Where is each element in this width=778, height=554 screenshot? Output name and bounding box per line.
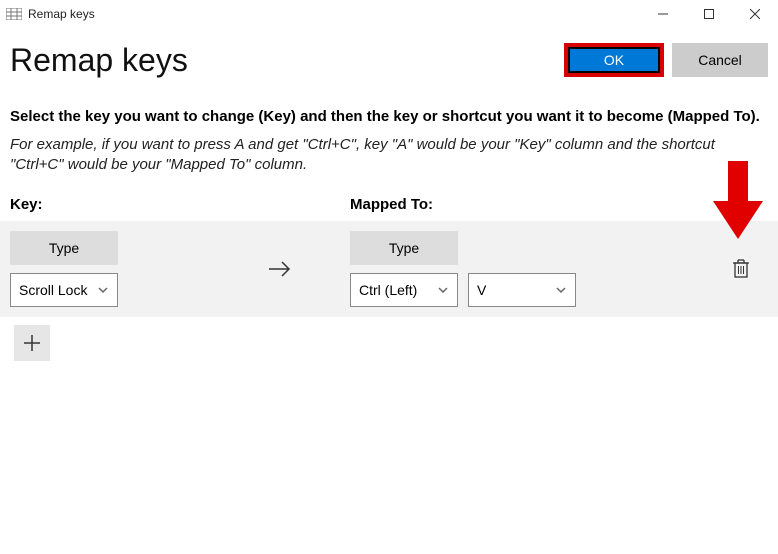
window-title: Remap keys <box>28 7 95 21</box>
mapped-dropdown-1[interactable]: Ctrl (Left) <box>350 273 458 307</box>
titlebar: Remap keys <box>0 0 778 28</box>
header-row: Remap keys OK Cancel <box>0 28 778 84</box>
instruction-example: For example, if you want to press A and … <box>10 135 768 174</box>
add-row <box>0 317 778 361</box>
delete-column <box>732 259 778 279</box>
content: Select the key you want to change (Key) … <box>0 84 778 213</box>
close-button[interactable] <box>732 0 778 28</box>
mapped-dropdown-1-value: Ctrl (Left) <box>359 282 417 298</box>
mapped-column-header: Mapped To: <box>350 196 433 213</box>
app-icon <box>6 7 22 21</box>
key-side: Type Scroll Lock <box>10 231 210 307</box>
key-dropdown[interactable]: Scroll Lock <box>10 273 118 307</box>
minimize-button[interactable] <box>640 0 686 28</box>
header-buttons: OK Cancel <box>564 43 768 77</box>
window-controls <box>640 0 778 28</box>
chevron-down-icon <box>437 284 449 296</box>
add-mapping-button[interactable] <box>14 325 50 361</box>
chevron-down-icon <box>97 284 109 296</box>
plus-icon <box>23 334 41 352</box>
page-title: Remap keys <box>10 42 188 79</box>
instruction-primary: Select the key you want to change (Key) … <box>10 108 768 125</box>
column-headers: Key: Mapped To: <box>10 196 768 213</box>
chevron-down-icon <box>555 284 567 296</box>
mapped-dropdown-2[interactable]: V <box>468 273 576 307</box>
mapping-row: Type Scroll Lock Type Ctrl (Left) <box>0 221 778 317</box>
key-dropdown-value: Scroll Lock <box>19 282 87 298</box>
key-column-header: Key: <box>10 196 350 213</box>
cancel-button[interactable]: Cancel <box>672 43 768 77</box>
maximize-button[interactable] <box>686 0 732 28</box>
arrow-right-icon <box>267 259 293 279</box>
type-key-button[interactable]: Type <box>10 231 118 265</box>
trash-icon[interactable] <box>732 259 750 279</box>
mapped-side: Type Ctrl (Left) V <box>350 231 650 307</box>
mapped-dropdown-2-value: V <box>477 282 486 298</box>
arrow-column <box>210 259 350 279</box>
ok-button[interactable]: OK <box>564 43 664 77</box>
type-mapped-button[interactable]: Type <box>350 231 458 265</box>
